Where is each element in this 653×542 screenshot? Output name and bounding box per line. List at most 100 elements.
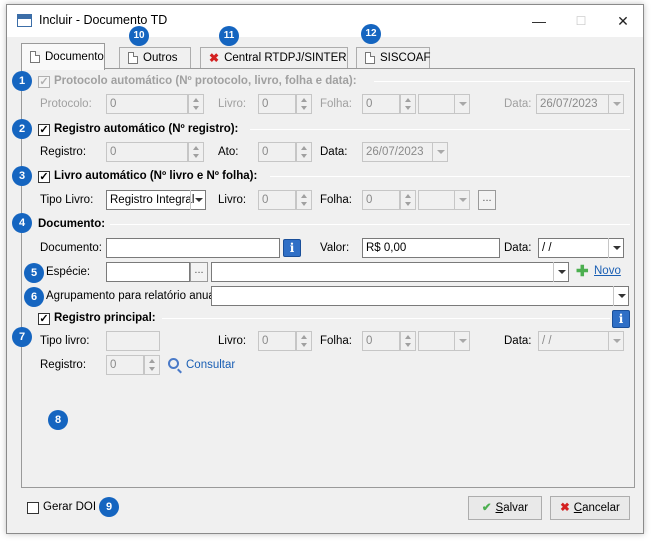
divider bbox=[270, 176, 630, 177]
badge-3: 3 bbox=[12, 166, 32, 186]
check-icon: ✔ bbox=[481, 502, 492, 514]
folha-label: Folha: bbox=[320, 335, 352, 347]
consultar-link[interactable]: Consultar bbox=[186, 359, 235, 371]
livro-auto-checkbox[interactable]: ✓ bbox=[38, 171, 50, 183]
window-icon bbox=[17, 14, 32, 27]
registro-spinner bbox=[188, 142, 204, 162]
badge-9: 9 bbox=[99, 497, 119, 517]
divider bbox=[110, 224, 630, 225]
livro-label: Livro: bbox=[218, 194, 247, 206]
cancelar-button[interactable]: ✖ Cancelar bbox=[550, 496, 630, 520]
agrupamento-select[interactable] bbox=[211, 286, 629, 306]
badge-7: 7 bbox=[12, 327, 32, 347]
salvar-button[interactable]: ✔ Salvar bbox=[468, 496, 542, 520]
especie-code-field[interactable] bbox=[106, 262, 190, 282]
gerar-doi-checkbox[interactable] bbox=[27, 502, 39, 514]
chevron-down-icon bbox=[608, 331, 624, 351]
tab-label: Outros bbox=[143, 52, 178, 64]
livro-field: 0 bbox=[258, 190, 296, 210]
plus-icon: ✚ bbox=[576, 263, 589, 280]
badge-1: 1 bbox=[12, 71, 32, 91]
chevron-down-icon[interactable] bbox=[613, 286, 629, 306]
badge-12: 12 bbox=[361, 24, 381, 44]
livro-field: 0 bbox=[258, 94, 296, 114]
livro-spinner bbox=[296, 190, 312, 210]
tab-label: Documento bbox=[45, 51, 104, 63]
badge-11: 11 bbox=[219, 26, 239, 46]
chevron-down-icon bbox=[432, 142, 448, 162]
folha-field: 0 bbox=[362, 94, 400, 114]
divider bbox=[162, 318, 610, 319]
error-x-icon: ✖ bbox=[209, 51, 220, 65]
title-bar: Incluir - Documento TD — ☐ ✕ bbox=[7, 5, 643, 37]
folha-field: 0 bbox=[362, 190, 400, 210]
documento-field[interactable] bbox=[106, 238, 280, 258]
badge-10: 10 bbox=[129, 26, 149, 46]
tab-content-documento: 1 ✓ Protocolo automático (Nº protocolo, … bbox=[12, 68, 635, 488]
folha-label: Folha: bbox=[320, 194, 352, 206]
registro-label: Registro: bbox=[40, 146, 87, 158]
search-icon bbox=[168, 358, 179, 369]
registro-label: Registro: bbox=[40, 359, 87, 371]
folha-field: 0 bbox=[362, 331, 400, 351]
livro-spinner bbox=[296, 331, 312, 351]
gerar-doi-label: Gerar DOI bbox=[43, 501, 97, 513]
cancelar-mnemonic: C bbox=[573, 502, 583, 514]
registro-principal-checkbox[interactable]: ✓ bbox=[38, 313, 50, 325]
registro-principal-title: Registro principal: bbox=[54, 312, 156, 324]
livro-auto-title: Livro automático (Nº livro e Nº folha): bbox=[54, 170, 258, 182]
window-title: Incluir - Documento TD bbox=[39, 13, 168, 27]
tab-outros[interactable]: Outros bbox=[119, 47, 191, 69]
document-icon bbox=[365, 51, 375, 64]
divider bbox=[250, 129, 630, 130]
tipo-livro-label: Tipo livro: bbox=[40, 335, 90, 347]
protocolo-label: Protocolo: bbox=[40, 98, 92, 110]
document-icon bbox=[30, 50, 40, 63]
novo-link[interactable]: Novo bbox=[594, 265, 621, 277]
especie-description-select[interactable] bbox=[211, 262, 569, 282]
data-label: Data: bbox=[504, 98, 532, 110]
livro-label: Livro: bbox=[218, 98, 247, 110]
especie-more-button[interactable]: ... bbox=[190, 262, 208, 282]
livro-more-button[interactable]: ... bbox=[478, 190, 496, 210]
document-icon bbox=[128, 51, 138, 64]
maximize-button: ☐ bbox=[575, 14, 587, 28]
folha-spinner bbox=[400, 190, 416, 210]
ato-spinner bbox=[296, 142, 312, 162]
data-label: Data: bbox=[504, 335, 532, 347]
tab-siscoaf[interactable]: SISCOAF bbox=[356, 47, 430, 69]
registro-spinner bbox=[144, 355, 160, 375]
tipo-livro-label: Tipo Livro: bbox=[40, 194, 94, 206]
livro-label: Livro: bbox=[218, 335, 247, 347]
registro-auto-checkbox[interactable]: ✓ bbox=[38, 124, 50, 136]
close-button[interactable]: ✕ bbox=[603, 10, 643, 32]
tab-documento[interactable]: Documento bbox=[21, 43, 105, 70]
tab-label: SISCOAF bbox=[380, 52, 431, 64]
ato-field: 0 bbox=[258, 142, 296, 162]
protocolo-auto-title: Protocolo automático (Nº protocolo, livr… bbox=[54, 75, 357, 87]
data-label: Data: bbox=[320, 146, 348, 158]
protocolo-field: 0 bbox=[106, 94, 188, 114]
chevron-down-icon[interactable] bbox=[608, 238, 624, 258]
tab-label: Central RTDPJ/SINTER bbox=[224, 52, 347, 65]
documento-info-button[interactable]: i bbox=[283, 239, 301, 257]
badge-8: 8 bbox=[48, 410, 68, 430]
documento-label: Documento: bbox=[40, 242, 103, 254]
documento-title: Documento: bbox=[38, 218, 106, 230]
cancelar-label: ancelar bbox=[582, 502, 620, 514]
protocolo-spinner bbox=[188, 94, 204, 114]
chevron-down-icon[interactable] bbox=[190, 190, 206, 210]
minimize-button[interactable]: — bbox=[519, 10, 559, 32]
protocolo-auto-checkbox: ✓ bbox=[38, 76, 50, 88]
registro-principal-info-button[interactable]: i bbox=[612, 310, 630, 328]
valor-field[interactable]: R$ 0,00 bbox=[362, 238, 500, 258]
agrupamento-label: Agrupamento para relatório anual: bbox=[46, 290, 221, 302]
divider bbox=[374, 81, 630, 82]
registro-field: 0 bbox=[106, 355, 144, 375]
data-label: Data: bbox=[504, 242, 532, 254]
tab-central-rtdpj-sinter[interactable]: ✖ Central RTDPJ/SINTER bbox=[200, 47, 348, 69]
chevron-down-icon bbox=[454, 94, 470, 114]
registro-field: 0 bbox=[106, 142, 188, 162]
folha-label: Folha: bbox=[320, 98, 352, 110]
chevron-down-icon[interactable] bbox=[553, 262, 569, 282]
